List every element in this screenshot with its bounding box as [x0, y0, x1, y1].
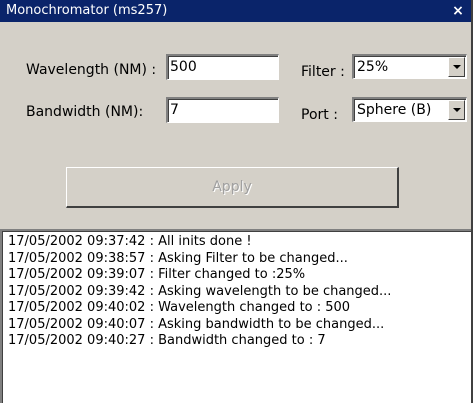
- bandwidth-input[interactable]: 7: [166, 97, 279, 123]
- log-entry: 17/05/2002 09:37:42 : All inits done !: [8, 234, 252, 249]
- wavelength-input[interactable]: 500: [166, 54, 279, 80]
- log-entry: 17/05/2002 09:38:57 : Asking Filter to b…: [8, 250, 348, 266]
- bandwidth-label: Bandwidth (NM):: [26, 104, 144, 120]
- port-select-value: Sphere (B): [357, 102, 432, 118]
- log-entry: 17/05/2002 09:40:07 : Asking bandwidth t…: [8, 316, 385, 332]
- window-title: Monochromator (ms257): [6, 3, 168, 18]
- filter-select[interactable]: 25%: [352, 54, 467, 79]
- chevron-down-icon[interactable]: [448, 100, 465, 120]
- log-list[interactable]: 17/05/2002 09:37:42 : All inits done ! 1…: [0, 229, 471, 403]
- log-entry: 17/05/2002 09:40:02 : Wavelength changed…: [8, 300, 351, 315]
- log-entry: 17/05/2002 09:40:27 : Bandwidth changed …: [8, 333, 326, 348]
- log-entry: 17/05/2002 09:39:07 : Filter changed to …: [8, 267, 306, 282]
- filter-select-value: 25%: [357, 59, 389, 75]
- close-icon[interactable]: ×: [451, 4, 465, 18]
- wavelength-label: Wavelength (NM) :: [26, 62, 157, 78]
- port-label: Port :: [301, 107, 338, 123]
- chevron-down-icon[interactable]: [448, 57, 465, 77]
- monochromator-window: Monochromator (ms257) × Wavelength (NM) …: [0, 0, 473, 403]
- log-entry: 17/05/2002 09:39:42 : Asking wavelength …: [8, 283, 392, 299]
- port-select[interactable]: Sphere (B): [352, 97, 467, 122]
- apply-button[interactable]: Apply: [66, 167, 399, 208]
- title-bar[interactable]: Monochromator (ms257) ×: [0, 0, 471, 22]
- filter-label: Filter :: [301, 64, 345, 80]
